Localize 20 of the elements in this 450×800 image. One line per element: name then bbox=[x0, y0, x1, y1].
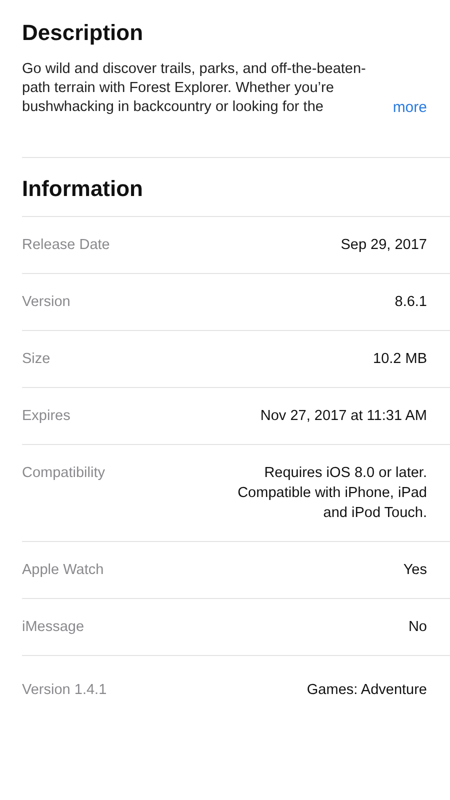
section-heading: Description bbox=[22, 20, 144, 46]
description-text: Go wild and discover trails, parks, and off-the-beaten-path terrain with Forest Explorer. Whether you’re bushwhacking in backcountry or looking for the bbox=[22, 60, 367, 117]
info-value: No bbox=[408, 618, 427, 637]
info-label: Compatibility bbox=[22, 464, 105, 483]
info-label: Version bbox=[22, 293, 70, 312]
info-value: Nov 27, 2017 at 11:31 AM bbox=[260, 407, 427, 426]
info-value: Sep 29, 2017 bbox=[340, 236, 427, 255]
section-heading: Information bbox=[22, 176, 144, 202]
info-value: 10.2 MB bbox=[373, 350, 427, 369]
info-value: Requires iOS 8.0 or later. Compatible with iPhone, iPad and iPod Touch. bbox=[236, 464, 427, 523]
info-label: Version 1.4.1 bbox=[22, 681, 107, 700]
info-value: Yes bbox=[403, 561, 427, 580]
info-label: Expires bbox=[22, 407, 70, 426]
info-label: Release Date bbox=[22, 236, 110, 255]
more-link[interactable]: more bbox=[392, 98, 427, 117]
info-label: Size bbox=[22, 350, 50, 369]
info-value: 8.6.1 bbox=[394, 293, 427, 312]
info-label: Apple Watch bbox=[22, 561, 104, 580]
info-label: iMessage bbox=[22, 618, 84, 637]
info-value: Games: Adventure bbox=[306, 681, 427, 700]
